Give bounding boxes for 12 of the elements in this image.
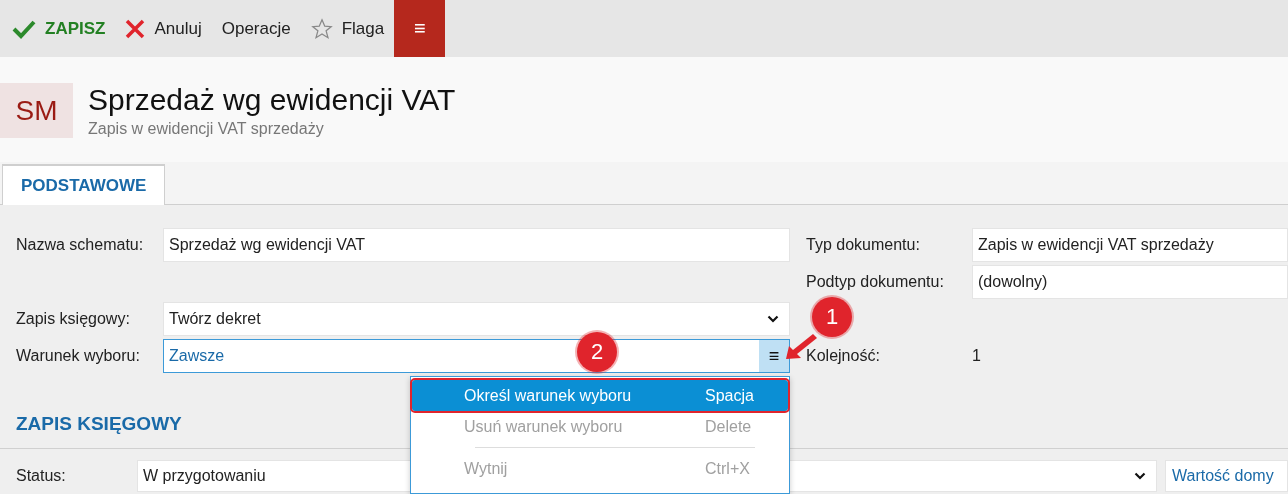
field-label: Kolejność: — [806, 347, 881, 365]
field-label: Typ dokumentu: — [806, 236, 921, 254]
field-label: Nazwa schematu: — [16, 236, 145, 254]
field-label: Podtyp dokumentu: — [806, 273, 945, 291]
step-badge: 1 — [812, 297, 852, 337]
page-subtitle: Zapis w ewidencji VAT sprzedaży — [88, 119, 325, 138]
field-label: Zapis księgowy: — [16, 310, 131, 328]
field-label: Warunek wyboru: — [16, 347, 141, 365]
page-title: Sprzedaż wg ewidencji VAT — [88, 81, 456, 118]
field-label: Status: — [16, 466, 67, 486]
app-badge: SM — [0, 83, 73, 138]
field-value: 1 — [972, 347, 981, 365]
